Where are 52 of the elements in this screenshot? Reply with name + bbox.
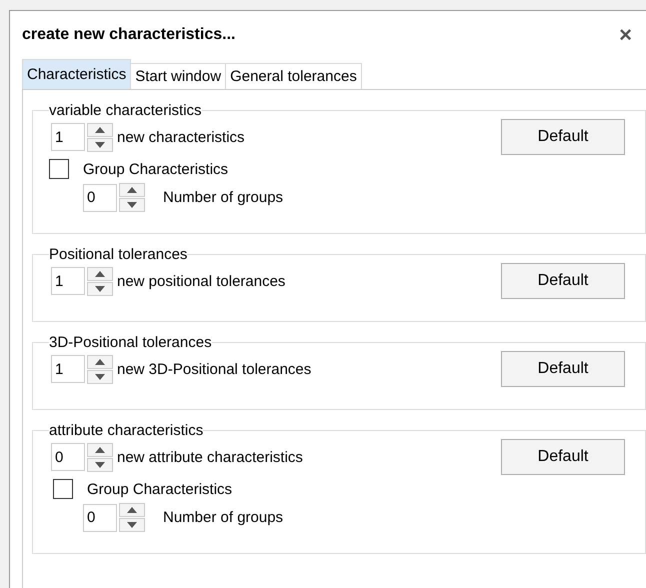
up-arrow-icon bbox=[127, 187, 137, 193]
down-arrow-icon bbox=[127, 202, 137, 208]
spin-up-button[interactable] bbox=[87, 266, 113, 280]
spin-up-button[interactable] bbox=[87, 354, 113, 368]
checkbox-label: Group Characteristics bbox=[87, 480, 232, 498]
spin-up-button[interactable] bbox=[87, 442, 113, 456]
group-title: 3D-Positional tolerances bbox=[49, 334, 212, 351]
checkbox-label: Group Characteristics bbox=[83, 160, 228, 178]
field-label: new attribute characteristics bbox=[117, 448, 303, 466]
field-label: Number of groups bbox=[163, 189, 284, 206]
window-title: create new characteristics... bbox=[22, 26, 236, 44]
group-title: variable characteristics bbox=[49, 102, 202, 119]
spin-down-button[interactable] bbox=[119, 198, 145, 212]
default-button[interactable]: Default bbox=[501, 263, 625, 299]
down-arrow-icon bbox=[127, 522, 137, 528]
tab[interactable]: Characteristics bbox=[22, 59, 132, 89]
down-arrow-icon bbox=[95, 142, 105, 148]
field-label: new 3D-Positional tolerances bbox=[117, 360, 312, 378]
down-arrow-icon bbox=[95, 374, 105, 380]
default-button[interactable]: Default bbox=[501, 351, 625, 387]
number-field[interactable]: 0 bbox=[51, 443, 85, 471]
down-arrow-icon bbox=[95, 462, 105, 468]
checkbox[interactable] bbox=[53, 479, 73, 499]
up-arrow-icon bbox=[95, 446, 105, 452]
up-arrow-icon bbox=[95, 126, 105, 132]
default-button[interactable]: Default bbox=[501, 439, 625, 475]
number-field[interactable]: 1 bbox=[51, 267, 85, 295]
field-label: new positional tolerances bbox=[117, 272, 286, 290]
spin-down-button[interactable] bbox=[87, 458, 113, 472]
up-arrow-icon bbox=[95, 270, 105, 276]
number-field[interactable]: 1 bbox=[51, 355, 85, 383]
group-title: Positional tolerances bbox=[49, 246, 188, 263]
spin-up-button[interactable] bbox=[119, 183, 145, 197]
spin-down-button[interactable] bbox=[87, 370, 113, 384]
spin-down-button[interactable] bbox=[119, 518, 145, 532]
spin-up-button[interactable] bbox=[87, 122, 113, 136]
default-button[interactable]: Default bbox=[501, 119, 625, 155]
down-arrow-icon bbox=[95, 286, 105, 292]
tab[interactable]: General tolerances bbox=[225, 63, 362, 89]
group-title: attribute characteristics bbox=[49, 422, 204, 439]
up-arrow-icon bbox=[127, 507, 137, 513]
field-label: Number of groups bbox=[163, 509, 284, 526]
field-label: new characteristics bbox=[117, 128, 245, 146]
number-field[interactable]: 0 bbox=[83, 184, 117, 212]
up-arrow-icon bbox=[95, 358, 105, 364]
checkbox[interactable] bbox=[49, 159, 69, 179]
spin-down-button[interactable] bbox=[87, 138, 113, 152]
spin-up-button[interactable] bbox=[119, 503, 145, 517]
close-button[interactable]: × bbox=[615, 22, 636, 48]
spin-down-button[interactable] bbox=[87, 282, 113, 296]
number-field[interactable]: 1 bbox=[51, 123, 85, 151]
number-field[interactable]: 0 bbox=[83, 504, 117, 532]
